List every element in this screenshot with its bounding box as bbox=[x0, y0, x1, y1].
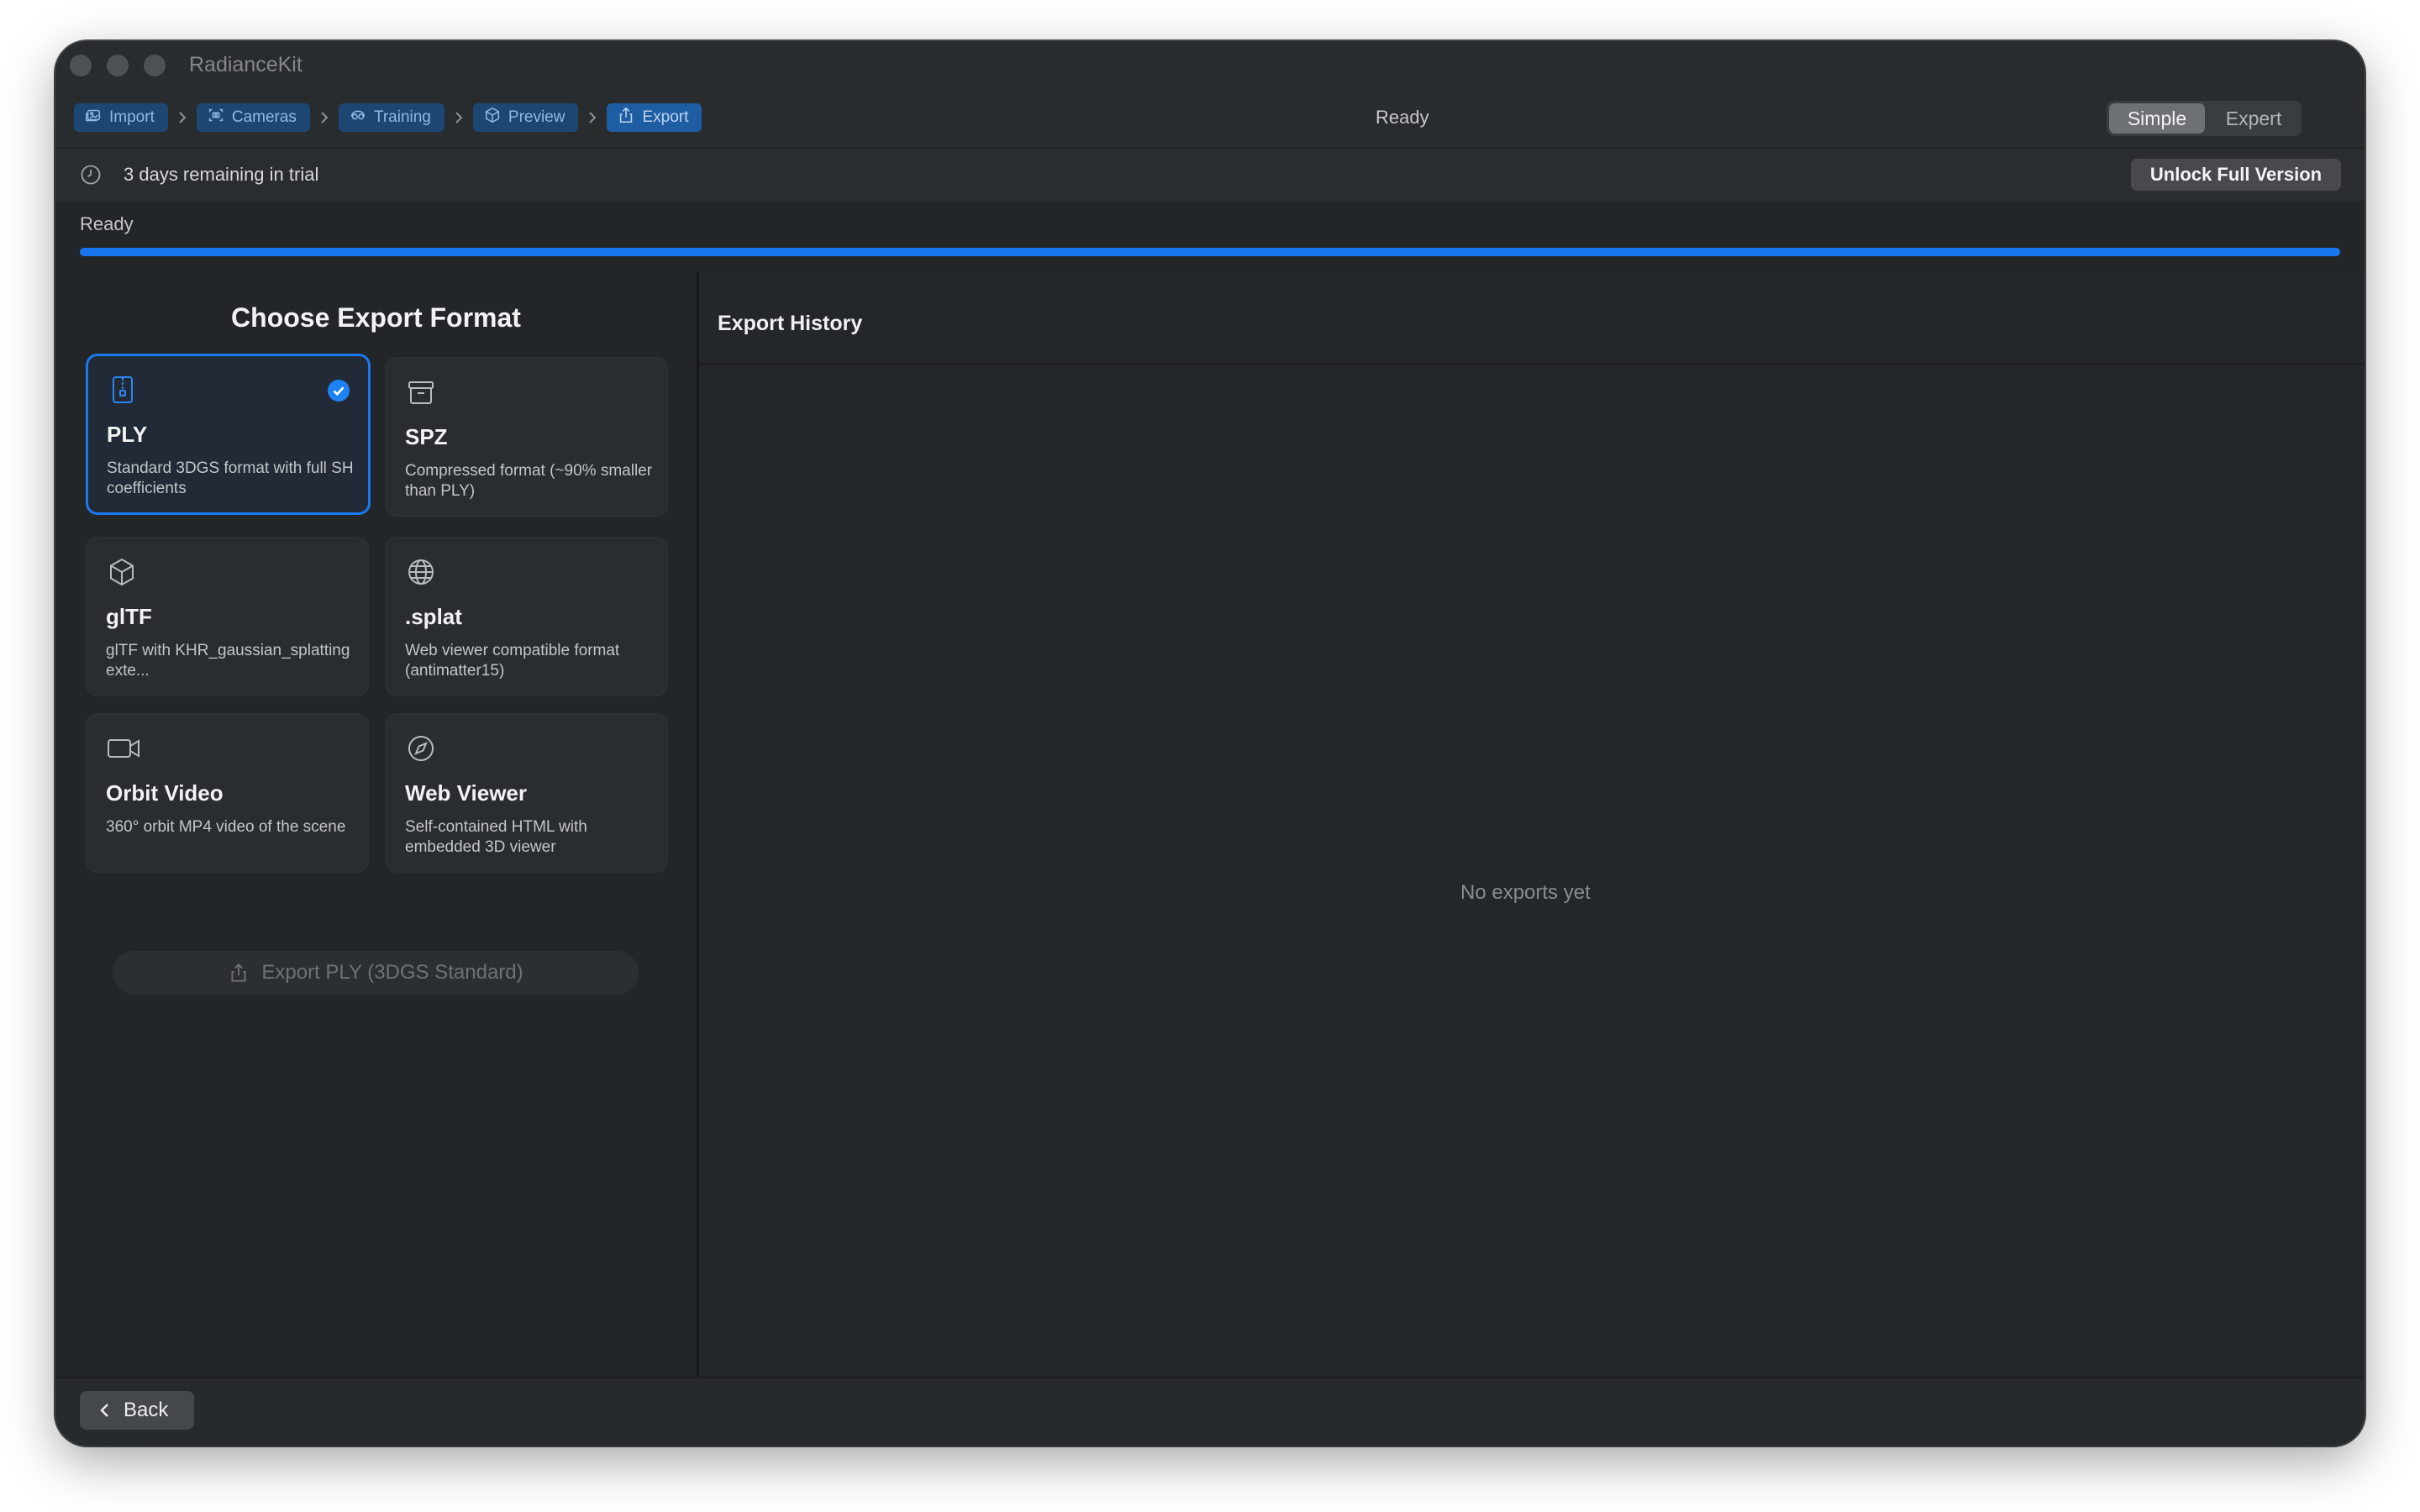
breadcrumb-training[interactable]: Training bbox=[338, 103, 445, 132]
chevron-left-icon bbox=[100, 1404, 108, 1417]
zoom-window-button[interactable] bbox=[144, 55, 166, 76]
compass-icon bbox=[408, 736, 434, 761]
photo-import-icon bbox=[84, 106, 103, 129]
chevron-right-icon bbox=[321, 112, 329, 123]
cube-preview-icon bbox=[483, 106, 502, 129]
chevron-right-icon bbox=[179, 112, 187, 123]
app-window: RadianceKit Import Cameras Training Prev… bbox=[55, 41, 2365, 1446]
export-history-title: Export History bbox=[718, 312, 863, 335]
export-history-panel bbox=[699, 272, 2365, 1377]
format-card-orbit-video[interactable]: Orbit Video 360° orbit MP4 video of the … bbox=[86, 713, 369, 873]
progress-bar-fill bbox=[80, 248, 2340, 256]
format-card-web-viewer[interactable]: Web Viewer Self-contained HTML with embe… bbox=[385, 713, 668, 873]
format-description: glTF with KHR_gaussian_splatting exte... bbox=[106, 642, 350, 680]
breadcrumb-label: Preview bbox=[508, 108, 566, 126]
chevron-right-icon bbox=[455, 112, 463, 123]
format-description: 360° orbit MP4 video of the scene bbox=[106, 818, 346, 836]
share-export-icon bbox=[617, 106, 635, 129]
format-title: Orbit Video bbox=[106, 780, 224, 806]
progress-label: Ready bbox=[80, 213, 134, 234]
export-button[interactable]: Export PLY (3DGS Standard) bbox=[113, 951, 639, 995]
export-button-label: Export PLY (3DGS Standard) bbox=[261, 961, 523, 984]
app-status-text: Ready bbox=[1376, 107, 1429, 128]
trial-remaining-text: 3 days remaining in trial bbox=[124, 164, 319, 185]
back-button-label: Back bbox=[124, 1399, 169, 1421]
minimize-window-button[interactable] bbox=[107, 55, 129, 76]
empty-history-text: No exports yet bbox=[1460, 881, 1591, 904]
share-export-icon bbox=[231, 963, 246, 982]
format-card-gltf[interactable]: glTF glTF with KHR_gaussian_splatting ex… bbox=[86, 537, 369, 696]
export-format-heading: Choose Export Format bbox=[231, 302, 521, 333]
breadcrumb-import[interactable]: Import bbox=[74, 103, 168, 132]
breadcrumb-label: Export bbox=[642, 108, 689, 126]
format-card-spz[interactable]: SPZ Compressed format (~90% smaller than… bbox=[385, 357, 668, 517]
format-description: Self-contained HTML with embedded 3D vie… bbox=[405, 818, 587, 856]
app-title: RadianceKit bbox=[189, 53, 302, 76]
format-title: PLY bbox=[107, 422, 148, 447]
workflow-breadcrumb: Import Cameras Training Preview Export bbox=[74, 103, 702, 132]
breadcrumb-label: Training bbox=[373, 108, 431, 126]
file-zipper-icon bbox=[113, 376, 133, 403]
breadcrumb-label: Import bbox=[109, 108, 155, 126]
format-card-splat[interactable]: .splat Web viewer compatible format (ant… bbox=[385, 537, 668, 696]
format-description: Standard 3DGS format with full SH coeffi… bbox=[107, 459, 354, 497]
unlock-full-version-button[interactable]: Unlock Full Version bbox=[2131, 159, 2341, 191]
back-button[interactable]: Back bbox=[80, 1391, 194, 1430]
mode-segmented-control: Simple Expert bbox=[2107, 101, 2302, 136]
history-header-divider bbox=[699, 363, 2365, 365]
progress-bar bbox=[80, 248, 2340, 256]
format-title: Web Viewer bbox=[405, 780, 527, 806]
mode-expert-button[interactable]: Expert bbox=[2209, 103, 2298, 134]
breadcrumb-export[interactable]: Export bbox=[607, 103, 702, 132]
format-description: Compressed format (~90% smaller than PLY… bbox=[405, 462, 653, 500]
trial-banner: 3 days remaining in trial bbox=[55, 149, 2365, 201]
format-title: SPZ bbox=[405, 424, 448, 449]
cube-icon bbox=[110, 558, 134, 586]
training-icon bbox=[349, 106, 367, 129]
camera-focus-icon bbox=[207, 106, 225, 129]
globe-icon bbox=[408, 559, 434, 585]
clock-icon bbox=[81, 165, 101, 185]
selected-check-icon bbox=[328, 380, 350, 402]
chevron-right-icon bbox=[589, 112, 597, 123]
breadcrumb-cameras[interactable]: Cameras bbox=[196, 103, 310, 132]
format-title: glTF bbox=[106, 604, 152, 629]
close-window-button[interactable] bbox=[70, 55, 92, 76]
mode-simple-button[interactable]: Simple bbox=[2109, 103, 2205, 134]
footer-bar bbox=[55, 1377, 2365, 1446]
video-camera-icon bbox=[108, 739, 139, 758]
format-description: Web viewer compatible format (antimatter… bbox=[405, 642, 620, 680]
archive-box-icon bbox=[408, 381, 434, 404]
format-title: .splat bbox=[405, 604, 462, 629]
breadcrumb-label: Cameras bbox=[231, 108, 297, 126]
format-card-ply[interactable]: PLY Standard 3DGS format with full SH co… bbox=[86, 354, 371, 515]
breadcrumb-preview[interactable]: Preview bbox=[472, 103, 579, 132]
